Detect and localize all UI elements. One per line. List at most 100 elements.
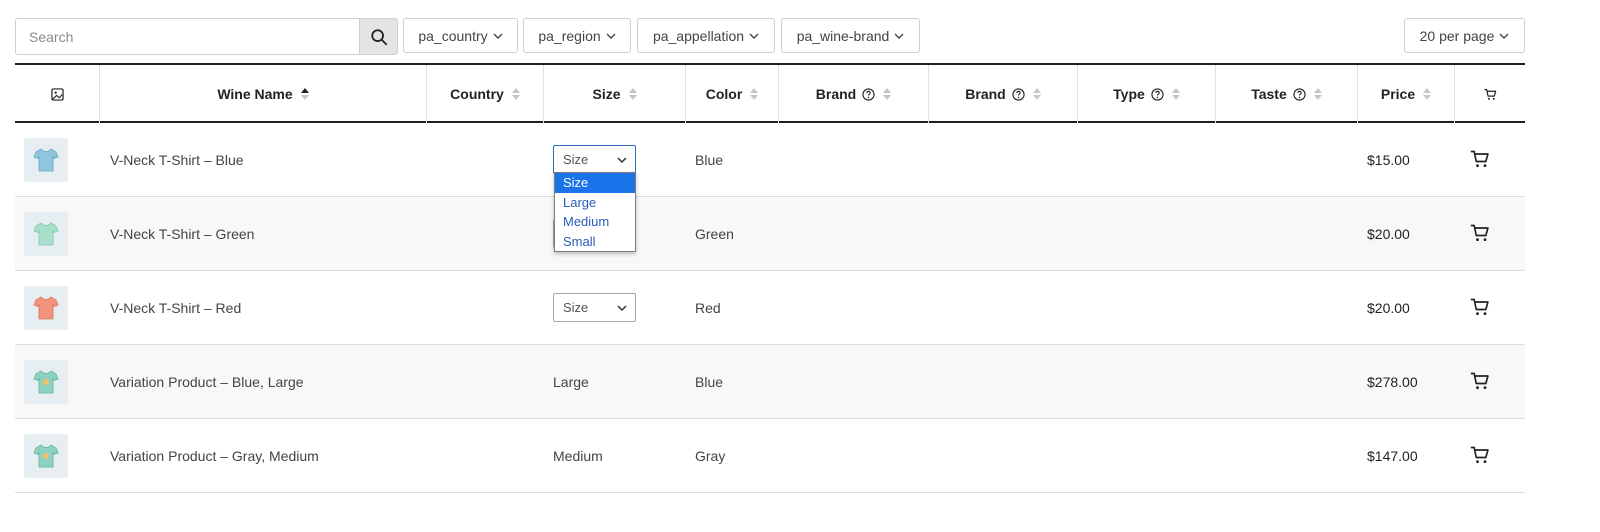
product-thumbnail[interactable] [24, 434, 68, 478]
add-to-cart-icon[interactable] [1470, 297, 1490, 317]
filter-label: pa_country [418, 27, 488, 44]
sort-icon [750, 88, 759, 100]
product-thumbnail[interactable] [24, 360, 68, 404]
sort-icon [300, 88, 309, 100]
add-to-cart-icon[interactable] [1470, 445, 1490, 465]
product-name[interactable]: Variation Product – Gray, Medium [110, 419, 319, 492]
filter-pa-country[interactable]: pa_country [403, 18, 518, 53]
filter-label: pa_appellation [652, 27, 745, 44]
tshirt-icon [33, 148, 59, 172]
product-price: $278.00 [1367, 373, 1418, 390]
product-name[interactable]: V-Neck T-Shirt – Red [110, 271, 241, 344]
help-icon[interactable] [1012, 87, 1025, 101]
column-label: Country [450, 86, 504, 102]
help-icon[interactable] [862, 87, 875, 101]
chevron-down-icon [617, 156, 627, 163]
column-taste[interactable]: Taste [1216, 65, 1358, 123]
product-size: Medium [553, 447, 603, 464]
column-type[interactable]: Type [1078, 65, 1216, 123]
search-button[interactable] [359, 19, 397, 54]
chevron-down-icon [749, 33, 759, 39]
size-option-large[interactable]: Large [555, 193, 635, 213]
search-icon [370, 28, 387, 45]
image-icon [50, 87, 64, 101]
column-label: Price [1380, 86, 1416, 102]
per-page-select[interactable]: 20 per page [1404, 18, 1525, 53]
chevron-down-icon [493, 33, 503, 39]
filter-label: pa_region [538, 27, 601, 44]
tshirt-icon [33, 370, 59, 394]
product-color: Blue [695, 151, 724, 168]
help-icon[interactable] [1293, 87, 1306, 101]
column-label: Color [705, 86, 743, 102]
filter-pa-appellation[interactable]: pa_appellation [637, 18, 775, 53]
sort-icon [628, 88, 637, 100]
add-to-cart-icon[interactable] [1470, 149, 1490, 169]
product-color: Gray [695, 447, 726, 464]
size-select-value: Size [563, 300, 589, 315]
product-thumbnail[interactable] [24, 286, 68, 330]
cart-icon [1484, 88, 1496, 100]
table-row: Variation Product – Gray, Medium Medium … [15, 419, 1525, 493]
sort-icon [511, 88, 520, 100]
help-icon[interactable] [1151, 87, 1164, 101]
column-label: Size [592, 86, 621, 102]
column-brand[interactable]: Brand [779, 65, 929, 123]
column-brand-2[interactable]: Brand [929, 65, 1078, 123]
column-price[interactable]: Price [1358, 65, 1455, 123]
tshirt-icon [33, 222, 59, 246]
per-page-label: 20 per page [1419, 27, 1495, 44]
search-box [15, 18, 398, 55]
filter-pa-wine-brand[interactable]: pa_wine-brand [781, 18, 920, 53]
product-price: $20.00 [1367, 225, 1410, 242]
column-label: Brand [965, 86, 1006, 102]
column-label: Type [1113, 86, 1145, 102]
sort-icon [1313, 88, 1322, 100]
product-price: $147.00 [1367, 447, 1418, 464]
add-to-cart-icon[interactable] [1470, 223, 1490, 243]
size-option-medium[interactable]: Medium [555, 212, 635, 232]
product-color: Blue [695, 373, 724, 390]
tshirt-icon [33, 296, 59, 320]
product-color: Red [695, 299, 721, 316]
column-size[interactable]: Size [544, 65, 686, 123]
column-color[interactable]: Color [686, 65, 779, 123]
column-cart [1455, 65, 1525, 123]
product-price: $20.00 [1367, 299, 1410, 316]
size-dropdown-menu: Size Large Medium Small [554, 172, 636, 252]
column-image [15, 65, 100, 123]
product-name[interactable]: V-Neck T-Shirt – Green [110, 197, 254, 270]
product-thumbnail[interactable] [24, 212, 68, 256]
column-label: Taste [1251, 86, 1287, 102]
product-thumbnail[interactable] [24, 138, 68, 182]
filter-label: pa_wine-brand [796, 27, 890, 44]
product-price: $15.00 [1367, 151, 1410, 168]
sort-icon [1423, 88, 1432, 100]
column-label: Wine Name [217, 86, 293, 102]
size-option-small[interactable]: Small [555, 232, 635, 252]
column-wine-name[interactable]: Wine Name [100, 65, 427, 123]
product-name[interactable]: V-Neck T-Shirt – Blue [110, 123, 244, 196]
table-row: V-Neck T-Shirt – Blue Size Blue $15.00 [15, 123, 1525, 197]
product-size: Large [553, 373, 589, 390]
table-row: Variation Product – Blue, Large Large Bl… [15, 345, 1525, 419]
column-country[interactable]: Country [427, 65, 544, 123]
size-option-size[interactable]: Size [555, 173, 635, 193]
sort-icon [883, 88, 892, 100]
tshirt-icon [33, 444, 59, 468]
product-table: Wine Name Country Size Color Brand Brand… [15, 63, 1525, 493]
table-row: V-Neck T-Shirt – Green Green $20.00 [15, 197, 1525, 271]
chevron-down-icon [617, 304, 627, 311]
sort-icon [1032, 88, 1041, 100]
chevron-down-icon [606, 33, 616, 39]
add-to-cart-icon[interactable] [1470, 371, 1490, 391]
filter-pa-region[interactable]: pa_region [523, 18, 631, 53]
size-select[interactable]: Size [553, 145, 636, 174]
product-name[interactable]: Variation Product – Blue, Large [110, 345, 304, 418]
toolbar: pa_country pa_region pa_appellation pa_w… [15, 18, 1525, 55]
sort-icon [1171, 88, 1180, 100]
size-select[interactable]: Size [553, 293, 636, 322]
product-color: Green [695, 225, 734, 242]
chevron-down-icon [1499, 33, 1509, 39]
search-input[interactable] [16, 19, 359, 54]
